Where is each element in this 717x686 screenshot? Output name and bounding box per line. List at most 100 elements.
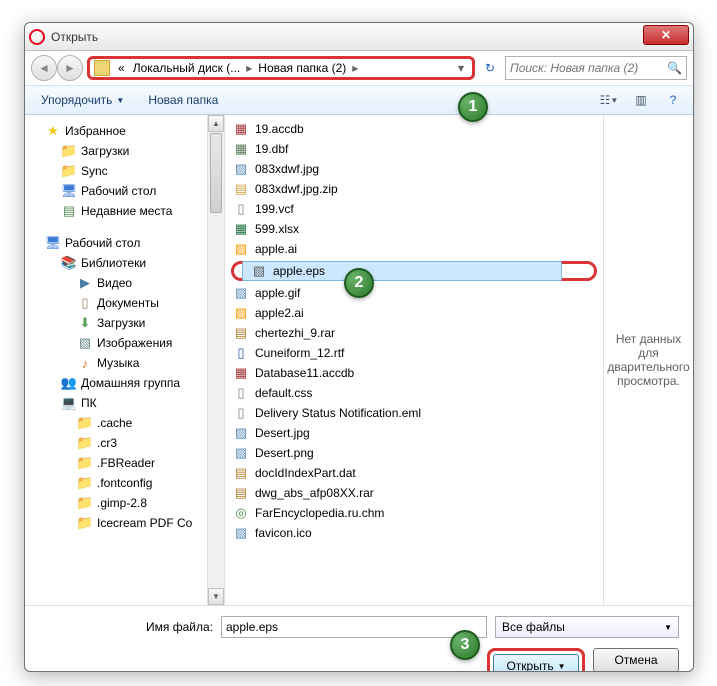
tree-cr3[interactable]: 📁.cr3 bbox=[25, 433, 224, 453]
breadcrumb-seg-folder[interactable]: Новая папка (2) bbox=[254, 61, 350, 75]
file-item[interactable]: ▯199.vcf bbox=[225, 199, 603, 219]
organize-button[interactable]: Упорядочить▼ bbox=[33, 90, 132, 110]
library-icon: 📚 bbox=[61, 255, 77, 271]
folder-icon: 📁 bbox=[77, 495, 93, 511]
file-icon: ◎ bbox=[233, 505, 249, 521]
file-item[interactable]: ◎ FarEncyclopedia.ru.chm bbox=[225, 503, 603, 523]
new-folder-button[interactable]: Новая папка bbox=[140, 90, 226, 110]
annotation-badge-3: 3 bbox=[450, 630, 480, 660]
view-button[interactable]: ☷ ▼ bbox=[597, 90, 621, 110]
file-name: apple.ai bbox=[255, 242, 297, 256]
open-button[interactable]: Открыть ▼ bbox=[493, 654, 579, 672]
tree-fontconfig[interactable]: 📁.fontconfig bbox=[25, 473, 224, 493]
file-item[interactable]: ▯Cuneiform_12.rtf bbox=[225, 343, 603, 363]
scroll-down-button[interactable]: ▼ bbox=[208, 588, 224, 605]
file-icon: ▯ bbox=[233, 405, 249, 421]
file-name: Database11.accdb bbox=[255, 366, 354, 380]
breadcrumb-prefix[interactable]: « bbox=[114, 61, 129, 75]
forward-button[interactable]: ► bbox=[57, 55, 83, 81]
tree-fbreader[interactable]: 📁.FBReader bbox=[25, 453, 224, 473]
file-icon: ▤ bbox=[233, 485, 249, 501]
tree-video[interactable]: ▶Видео bbox=[25, 273, 224, 293]
toolbar: Упорядочить▼ Новая папка ☷ ▼ ▥ ? bbox=[25, 85, 693, 115]
tree-libraries[interactable]: 📚Библиотеки bbox=[25, 253, 224, 273]
chevron-right-icon: ▸ bbox=[350, 61, 360, 75]
file-name: default.css bbox=[255, 386, 312, 400]
file-item[interactable]: ▧apple2.ai bbox=[225, 303, 603, 323]
tree-downloads2[interactable]: ⬇Загрузки bbox=[25, 313, 224, 333]
folder-icon: 📁 bbox=[77, 515, 93, 531]
breadcrumb-dropdown[interactable]: ▾ bbox=[454, 61, 468, 75]
file-item[interactable]: ▤chertezhi_9.rar bbox=[225, 323, 603, 343]
file-item[interactable]: ▧apple.ai bbox=[225, 239, 603, 259]
download-icon: ⬇ bbox=[77, 315, 93, 331]
file-item[interactable]: ▧favicon.ico bbox=[225, 523, 603, 543]
file-icon: ▧ bbox=[233, 425, 249, 441]
filetype-filter[interactable]: Все файлы▼ bbox=[495, 616, 679, 638]
file-item[interactable]: ▤docIdIndexPart.dat bbox=[225, 463, 603, 483]
search-input[interactable] bbox=[510, 61, 667, 75]
tree-gimp[interactable]: 📁.gimp-2.8 bbox=[25, 493, 224, 513]
body: ★Избранное 📁Загрузки 📁Sync 🖥Рабочий стол… bbox=[25, 115, 693, 605]
file-item[interactable]: ▧Desert.png bbox=[225, 443, 603, 463]
file-name: Delivery Status Notification.eml bbox=[255, 406, 421, 420]
file-item[interactable]: ▧apple.eps bbox=[242, 261, 562, 281]
file-name: FarEncyclopedia.ru.chm bbox=[255, 506, 384, 520]
file-item[interactable]: ▧apple.gif bbox=[225, 283, 603, 303]
file-item[interactable]: ▦19.accdb bbox=[225, 119, 603, 139]
preview-toggle-button[interactable]: ▥ bbox=[629, 90, 653, 110]
file-item[interactable]: ▦19.dbf bbox=[225, 139, 603, 159]
help-button[interactable]: ? bbox=[661, 90, 685, 110]
close-button[interactable]: ✕ bbox=[643, 25, 689, 45]
tree-cache[interactable]: 📁.cache bbox=[25, 413, 224, 433]
file-name: Desert.jpg bbox=[255, 426, 310, 440]
file-item[interactable]: ▯ Delivery Status Notification.eml bbox=[225, 403, 603, 423]
breadcrumb-seg-disk[interactable]: Локальный диск (... bbox=[129, 61, 245, 75]
breadcrumb[interactable]: « Локальный диск (... ▸ Новая папка (2) … bbox=[87, 56, 475, 80]
tree-pc[interactable]: 💻ПК bbox=[25, 393, 224, 413]
file-name: 19.dbf bbox=[255, 142, 288, 156]
file-item[interactable]: ▦599.xlsx bbox=[225, 219, 603, 239]
tree-homegroup[interactable]: 👥Домашняя группа bbox=[25, 373, 224, 393]
document-icon: ▯ bbox=[77, 295, 93, 311]
filename-label: Имя файла: bbox=[39, 620, 213, 634]
titlebar[interactable]: Открыть ✕ bbox=[25, 23, 693, 51]
scroll-up-button[interactable]: ▲ bbox=[208, 115, 224, 132]
tree-sync[interactable]: 📁Sync bbox=[25, 161, 224, 181]
tree-pane[interactable]: ★Избранное 📁Загрузки 📁Sync 🖥Рабочий стол… bbox=[25, 115, 225, 605]
file-item[interactable]: ▧ Desert.jpg bbox=[225, 423, 603, 443]
tree-scrollbar[interactable]: ▲ ▼ bbox=[207, 115, 224, 605]
tree-desktop2[interactable]: 🖥Рабочий стол bbox=[25, 233, 224, 253]
file-name: dwg_abs_afp08XX.rar bbox=[255, 486, 374, 500]
scroll-thumb[interactable] bbox=[210, 133, 222, 213]
back-button[interactable]: ◄ bbox=[31, 55, 57, 81]
tree-downloads[interactable]: 📁Загрузки bbox=[25, 141, 224, 161]
file-item[interactable]: ▤083xdwf.jpg.zip bbox=[225, 179, 603, 199]
refresh-button[interactable]: ↻ bbox=[479, 57, 501, 79]
file-icon: ▦ bbox=[233, 121, 249, 137]
file-name: favicon.ico bbox=[255, 526, 312, 540]
folder-icon: 📁 bbox=[77, 455, 93, 471]
file-name: 199.vcf bbox=[255, 202, 294, 216]
video-icon: ▶ bbox=[77, 275, 93, 291]
tree-favorites[interactable]: ★Избранное bbox=[25, 121, 224, 141]
file-list[interactable]: ▦19.accdb▦19.dbf▧083xdwf.jpg▤083xdwf.jpg… bbox=[225, 115, 603, 605]
tree-desktop[interactable]: 🖥Рабочий стол bbox=[25, 181, 224, 201]
file-name: 083xdwf.jpg.zip bbox=[255, 182, 338, 196]
nav-row: ◄ ► « Локальный диск (... ▸ Новая папка … bbox=[25, 51, 693, 85]
tree-images[interactable]: ▧Изображения bbox=[25, 333, 224, 353]
file-item[interactable]: ▧083xdwf.jpg bbox=[225, 159, 603, 179]
search-box[interactable]: 🔍 bbox=[505, 56, 687, 80]
tree-documents[interactable]: ▯Документы bbox=[25, 293, 224, 313]
cancel-button[interactable]: Отмена bbox=[593, 648, 679, 672]
tree-icecream[interactable]: 📁Icecream PDF Co bbox=[25, 513, 224, 533]
file-item[interactable]: ▦Database11.accdb bbox=[225, 363, 603, 383]
file-item[interactable]: ▯default.css bbox=[225, 383, 603, 403]
window-title: Открыть bbox=[51, 30, 643, 44]
filename-input[interactable] bbox=[221, 616, 487, 638]
file-item[interactable]: ▤ dwg_abs_afp08XX.rar bbox=[225, 483, 603, 503]
tree-recent[interactable]: ▤Недавние места bbox=[25, 201, 224, 221]
tree-music[interactable]: ♪Музыка bbox=[25, 353, 224, 373]
desktop-icon: 🖥 bbox=[45, 235, 61, 251]
file-icon: ▧ bbox=[233, 305, 249, 321]
